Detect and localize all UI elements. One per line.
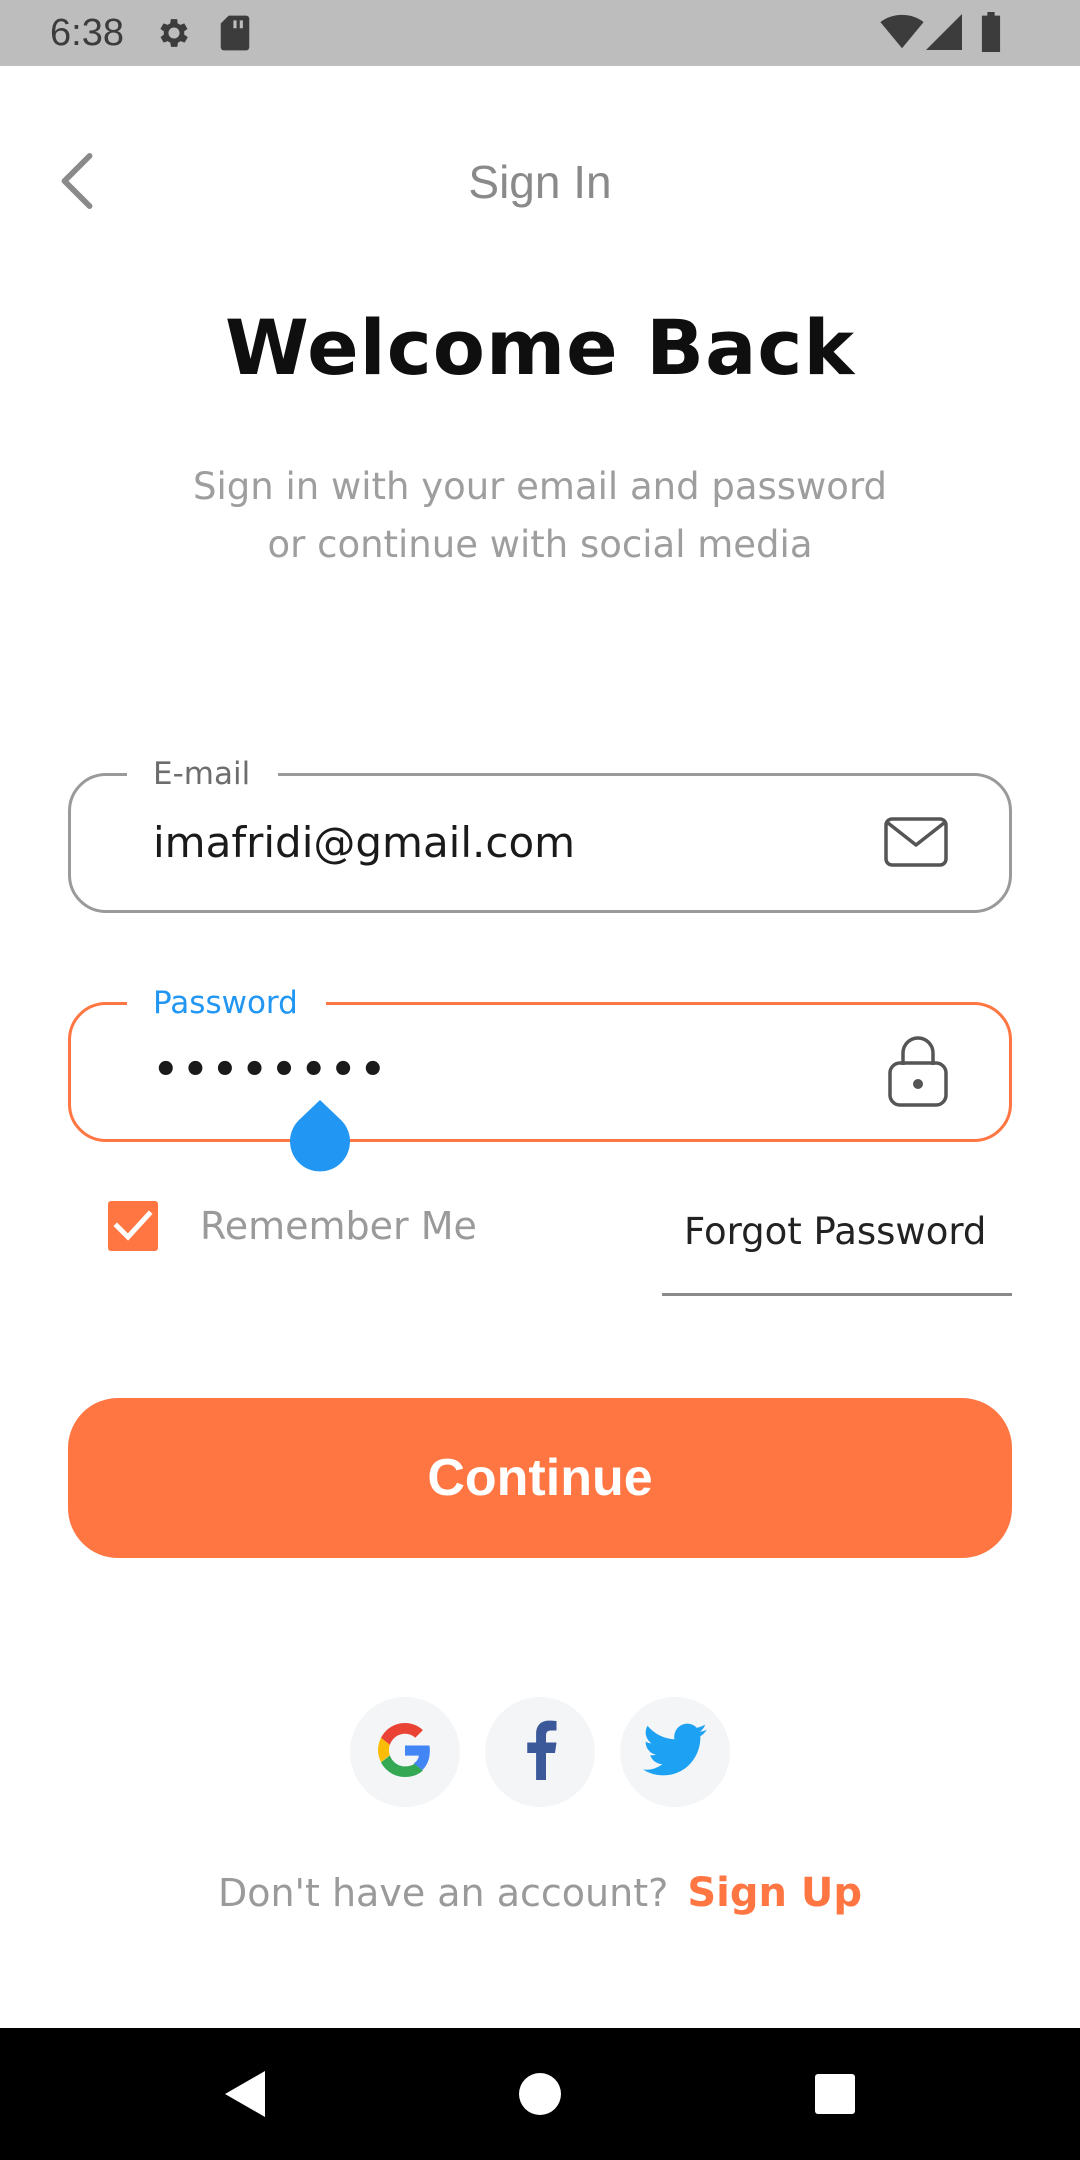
status-time: 6:38 <box>50 12 124 54</box>
email-field[interactable]: E-mail <box>68 754 1012 913</box>
nav-back-button[interactable] <box>215 2064 275 2124</box>
mail-icon <box>883 816 949 872</box>
forgot-password-label: Forgot Password <box>684 1210 987 1253</box>
google-button[interactable] <box>350 1697 460 1807</box>
google-icon <box>378 1723 432 1781</box>
remember-me-label: Remember Me <box>200 1204 477 1248</box>
battery-icon <box>980 12 1002 56</box>
settings-icon <box>155 14 193 56</box>
password-field[interactable]: Password <box>68 983 1012 1142</box>
system-nav-bar <box>0 2028 1080 2160</box>
subtitle-line-2: or continue with social media <box>267 523 813 566</box>
signup-question: Don't have an account? <box>217 1871 669 1915</box>
page-title: Sign In <box>468 156 612 208</box>
remember-me[interactable]: Remember Me <box>108 1200 477 1252</box>
facebook-icon <box>522 1720 558 1784</box>
sign-up-link[interactable]: Sign Up <box>687 1870 862 1916</box>
email-label: E-mail <box>127 754 279 794</box>
nav-home-button[interactable] <box>510 2064 570 2124</box>
continue-label: Continue <box>427 1449 653 1507</box>
welcome-subtitle: Sign in with your email and password or … <box>0 458 1080 574</box>
welcome-heading: Welcome Back <box>225 303 855 392</box>
subtitle-line-1: Sign in with your email and password <box>192 465 887 508</box>
wifi-icon <box>880 14 924 54</box>
cell-signal-icon <box>926 14 962 54</box>
email-input[interactable] <box>153 816 853 870</box>
continue-button[interactable]: Continue <box>68 1398 1012 1558</box>
forgot-password-link[interactable]: Forgot Password <box>662 1196 1012 1296</box>
sd-card-icon <box>218 14 252 56</box>
twitter-icon <box>643 1723 707 1781</box>
password-label: Password <box>127 983 326 1023</box>
remember-me-checkbox[interactable] <box>108 1201 158 1251</box>
signup-row: Don't have an account? Sign Up <box>0 1858 1080 1936</box>
nav-recents-button[interactable] <box>805 2064 865 2124</box>
status-bar: 6:38 <box>0 0 1080 66</box>
lock-icon <box>887 1031 949 1113</box>
twitter-button[interactable] <box>620 1697 730 1807</box>
text-cursor-handle[interactable] <box>289 1100 351 1174</box>
password-input[interactable] <box>153 1043 853 1097</box>
facebook-button[interactable] <box>485 1697 595 1807</box>
